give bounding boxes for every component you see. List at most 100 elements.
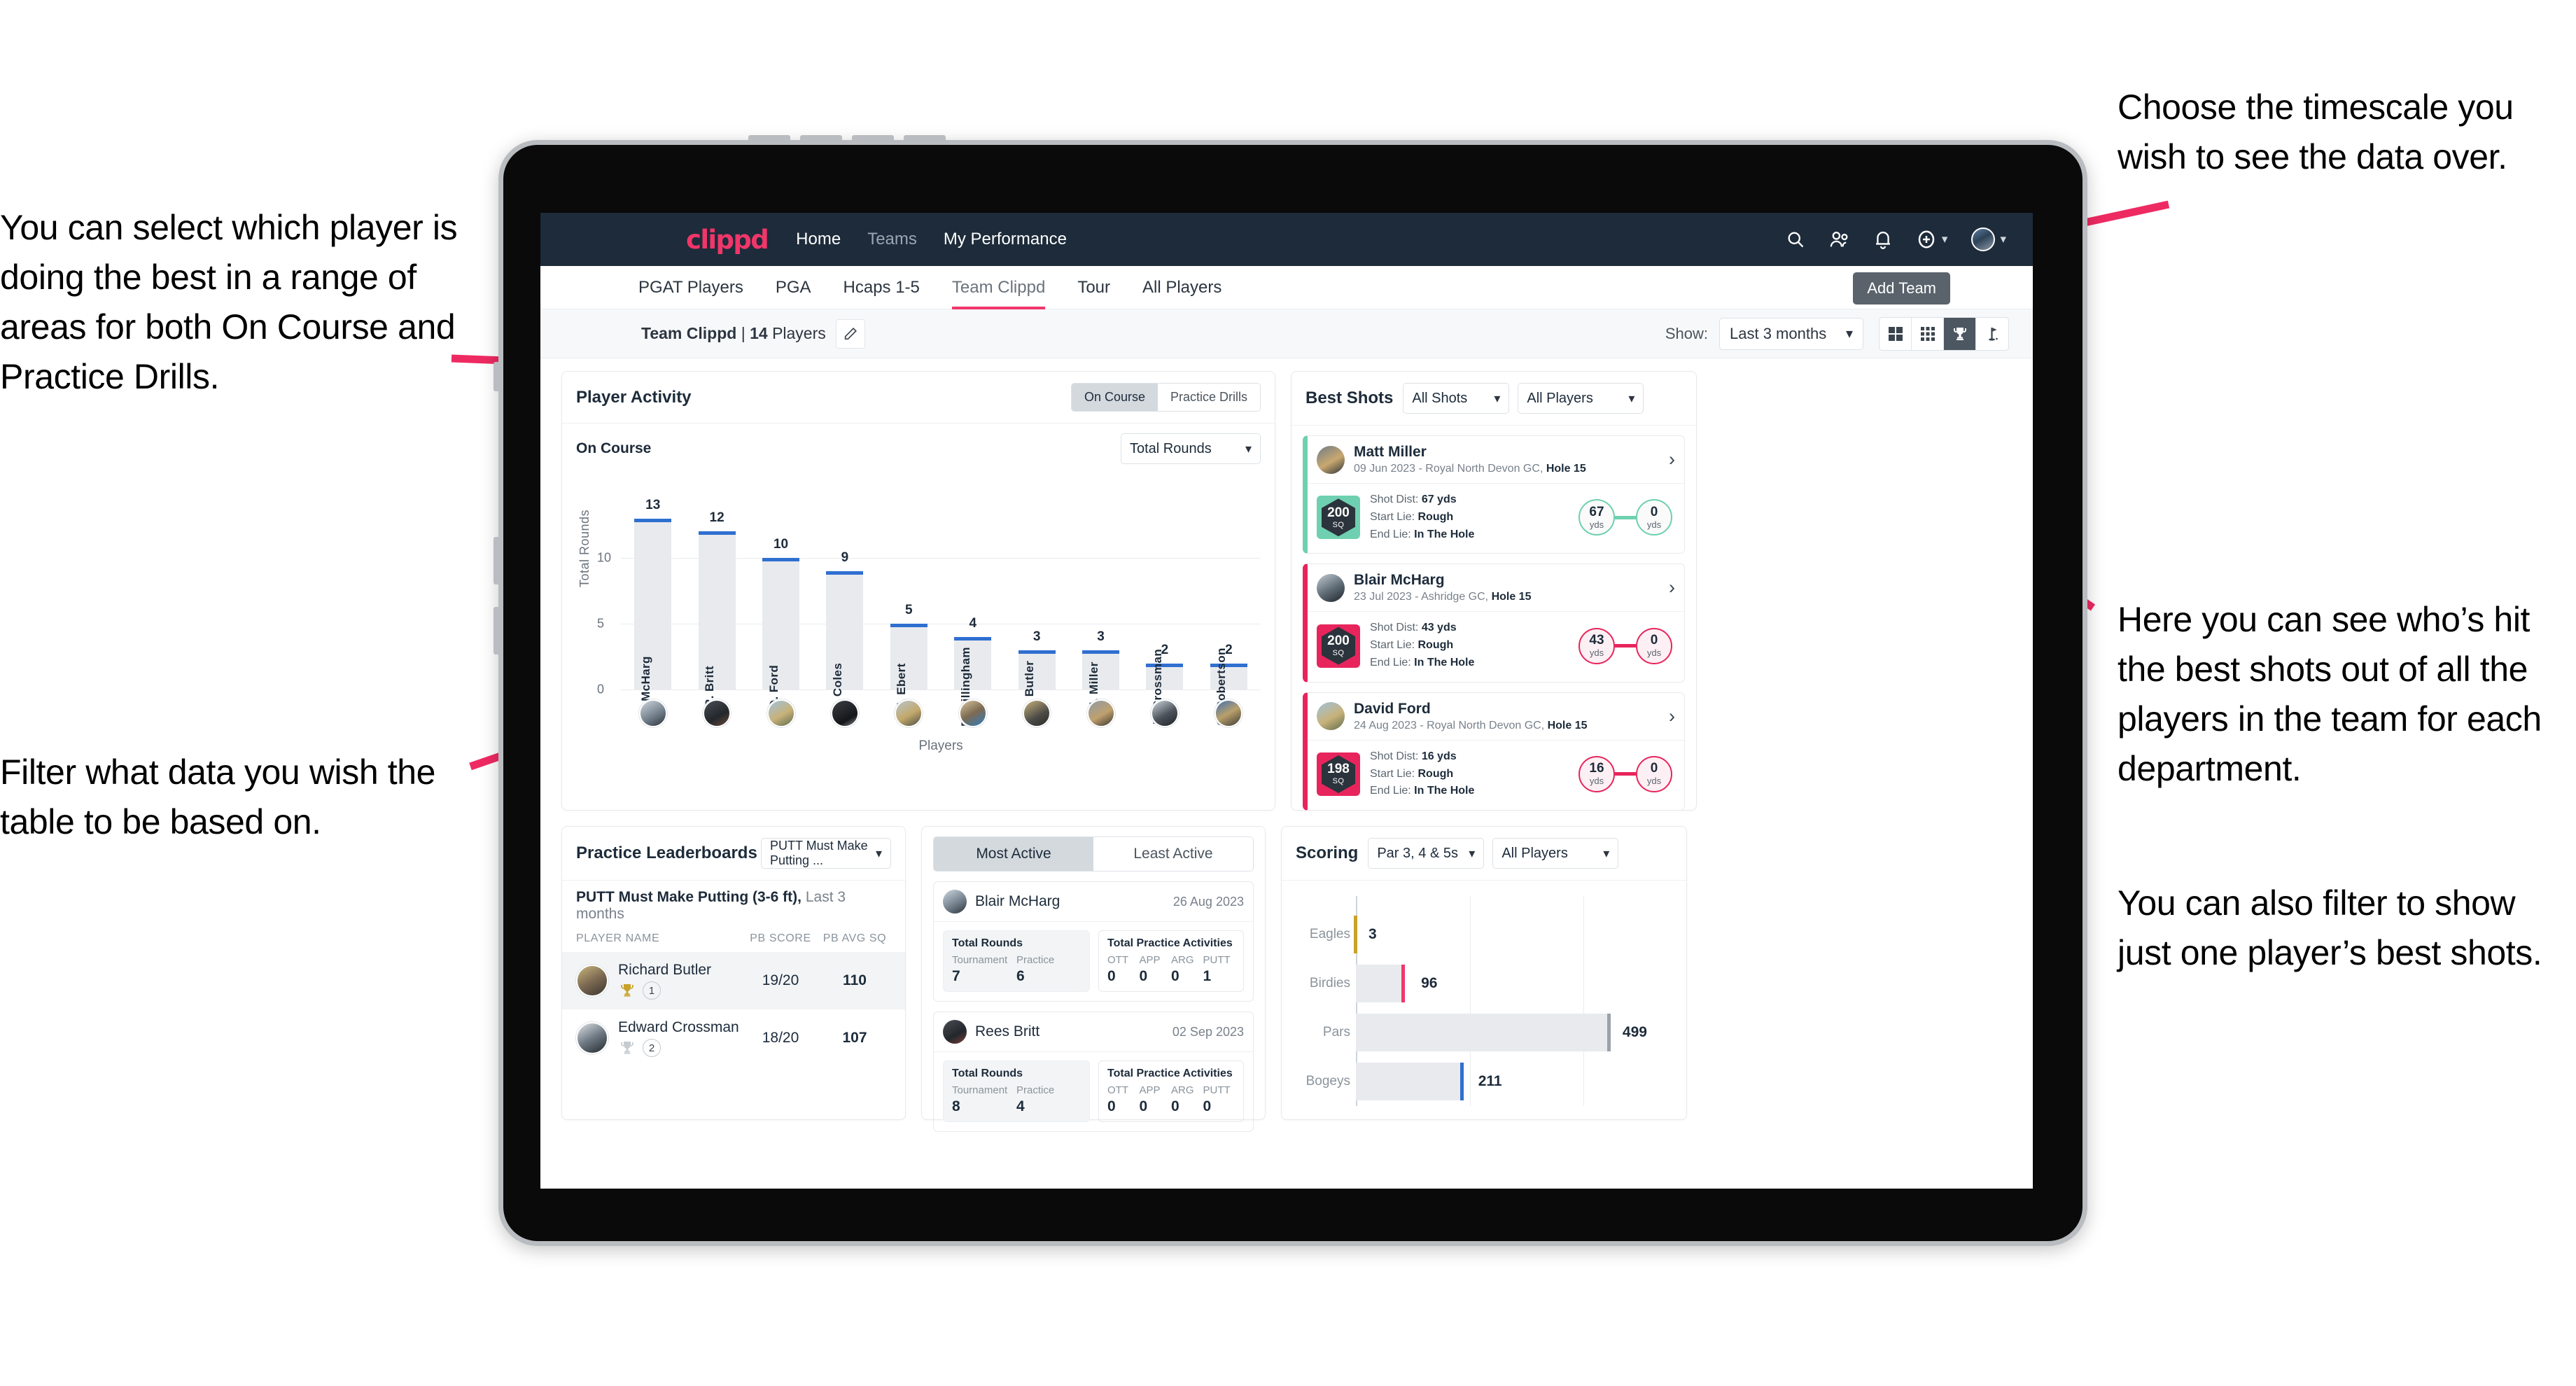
bar-e-crossman[interactable]: 2 E. Crossman [1133, 492, 1196, 724]
tab-most-active[interactable]: Most Active [934, 837, 1093, 871]
scoring-bar-eagles[interactable]: Eagles 3 [1310, 916, 1672, 953]
scoring-bar-pars[interactable]: Pars 499 [1323, 1014, 1672, 1051]
people-icon[interactable] [1829, 230, 1850, 249]
scoring-player-dropdown[interactable]: All Players ▾ [1492, 838, 1619, 869]
avatar[interactable] [958, 699, 987, 727]
scoring-label: Birdies [1309, 976, 1350, 990]
tab-all-players[interactable]: All Players [1142, 266, 1222, 309]
bell-icon[interactable] [1874, 230, 1892, 249]
column-pb-score: PB SCORE [750, 932, 811, 944]
view-grid-large-icon[interactable] [1879, 317, 1912, 350]
annotation-right-bottom: You can also filter to show just one pla… [2118, 883, 2542, 972]
clippd-logo[interactable]: clippd [686, 225, 769, 255]
edit-team-button[interactable] [835, 318, 865, 349]
tab-least-active[interactable]: Least Active [1093, 837, 1253, 871]
avatar[interactable] [638, 699, 667, 727]
leaderboard-row[interactable]: Richard Butler 1 19/20 110 [562, 952, 905, 1009]
activity-item[interactable]: Blair McHarg 26 Aug 2023 Total Rounds To… [933, 881, 1254, 1002]
rounds-key-practice: Practice [1016, 1084, 1055, 1096]
chevron-down-icon: ▾ [875, 846, 882, 860]
practice-key-app: APP [1139, 954, 1161, 966]
tab-pga[interactable]: PGA [776, 266, 811, 309]
tab-tour[interactable]: Tour [1077, 266, 1110, 309]
course-drills-segmented-control: On Course Practice Drills [1070, 383, 1261, 412]
bar-j-coles[interactable]: 9 J. Coles [813, 492, 876, 710]
chevron-right-icon[interactable]: › [1662, 449, 1675, 470]
tab-team-clippd[interactable]: Team Clippd [951, 266, 1046, 309]
player-activity-chart: Total Rounds 0 5 10 13 B. McHarg 12 R. Bri… [562, 468, 1275, 797]
view-grid-small-icon[interactable] [1912, 317, 1944, 350]
scoring-bar-birdies[interactable]: Birdies 96 [1310, 965, 1672, 1002]
chevron-down-icon: ▾ [1245, 441, 1252, 456]
view-trophy-icon[interactable] [1944, 317, 1976, 350]
bar-b-mcharg[interactable]: 13 B. McHarg [621, 492, 685, 718]
tab-hcaps-1-5[interactable]: Hcaps 1-5 [844, 266, 920, 309]
best-shots-header: Best Shots All Shots ▾ All Players ▾ [1292, 372, 1696, 426]
view-flag-icon[interactable] [1976, 318, 2008, 350]
drill-dropdown[interactable]: PUTT Must Make Putting ... ▾ [761, 838, 891, 869]
nav-link-home[interactable]: Home [796, 230, 841, 249]
best-shot-item[interactable]: David Ford 24 Aug 2023 - Royal North Dev… [1303, 692, 1685, 811]
avatar[interactable] [1023, 699, 1051, 727]
practice-key-putt: PUTT [1203, 1084, 1231, 1096]
nav-link-my-performance[interactable]: My Performance [944, 230, 1067, 249]
distance-from-bubble: 16 yds [1578, 755, 1615, 792]
bar-value: 4 [969, 615, 977, 631]
shot-details: Shot Dist: 67 yds Start Lie: Rough End L… [1370, 491, 1474, 543]
bar-r-butler[interactable]: 3 R. Butler [1004, 492, 1068, 713]
shot-distance-visual: 43 yds 0 yds [1578, 627, 1675, 664]
metric-dropdown[interactable]: Total Rounds ▾ [1121, 433, 1261, 464]
end-lie-value: In The Hole [1414, 785, 1475, 797]
best-shot-item[interactable]: Blair McHarg 23 Jul 2023 - Ashridge GC, … [1303, 564, 1685, 682]
rounds-key-practice: Practice [1016, 954, 1055, 966]
chevron-right-icon[interactable]: › [1662, 706, 1675, 727]
avatar[interactable] [703, 699, 732, 727]
chevron-right-icon[interactable]: › [1662, 577, 1675, 598]
bar-r-britt[interactable]: 12 R. Britt [685, 492, 748, 708]
best-shots-player-filter[interactable]: All Players ▾ [1518, 383, 1644, 414]
bar-d-billingham[interactable]: 4 D. Billingham [941, 492, 1004, 727]
avatar[interactable] [895, 699, 923, 727]
scoring-plot-area: Eagles 3 Birdies 96 Pars 499 Bogeys 211 [1306, 896, 1672, 1106]
practice-value-putt: 1 [1203, 968, 1212, 984]
best-shot-item[interactable]: Matt Miller 09 Jun 2023 - Royal North De… [1303, 435, 1685, 554]
best-shot-meta: 24 Aug 2023 - Royal North Devon GC, Hole… [1354, 720, 1662, 732]
activity-item[interactable]: Rees Britt 02 Sep 2023 Total Rounds Tour… [933, 1011, 1254, 1132]
bar-e-ebert[interactable]: 5 E. Ebert [877, 492, 941, 710]
timescale-dropdown[interactable]: Last 3 months ▾ [1719, 317, 1863, 350]
avatar[interactable] [1086, 699, 1115, 727]
distance-to-value: 0 [1650, 761, 1658, 776]
avatar[interactable] [830, 699, 859, 727]
segment-practice-drills[interactable]: Practice Drills [1157, 384, 1260, 411]
avatar[interactable] [1214, 699, 1243, 727]
chevron-down-icon: ▾ [1469, 846, 1476, 860]
segment-on-course[interactable]: On Course [1071, 384, 1158, 411]
chevron-down-icon: ▾ [1845, 326, 1853, 342]
leaderboard-player-name: Richard Butler [618, 962, 712, 978]
player-activity-header: Player Activity On Course Practice Drill… [562, 372, 1275, 424]
view-toggle-group [1879, 316, 2009, 351]
metric-value: Total Rounds [1130, 440, 1212, 456]
section-tabs: PGAT Players PGA Hcaps 1-5 Team Clippd T… [540, 266, 2033, 309]
search-icon[interactable] [1786, 230, 1805, 249]
leaderboard-row[interactable]: Edward Crossman 2 18/20 107 [562, 1009, 905, 1067]
team-count: 14 [750, 324, 768, 342]
activity-item-header: Blair McHarg 26 Aug 2023 [934, 882, 1253, 921]
team-label: Team Clippd | 14 Players [641, 324, 826, 342]
tab-pgat-players[interactable]: PGAT Players [638, 266, 743, 309]
scoring-bar-bogeys[interactable]: Bogeys 211 [1306, 1063, 1672, 1100]
best-shots-shot-filter[interactable]: All Shots ▾ [1403, 383, 1510, 414]
nav-link-teams[interactable]: Teams [867, 230, 917, 249]
scoring-par-dropdown[interactable]: Par 3, 4 & 5s ▾ [1368, 838, 1485, 869]
rounds-value-practice: 6 [1016, 968, 1025, 984]
bar-d-ford[interactable]: 10 D. Ford [749, 492, 813, 708]
avatar[interactable] [766, 699, 795, 727]
bar-m-miller[interactable]: 3 M. Miller [1069, 492, 1133, 712]
plus-circle-icon[interactable]: ▾ [1916, 229, 1947, 250]
avatar[interactable] [1150, 699, 1179, 727]
bar-c-robertson[interactable]: 2 C. Robertson [1197, 492, 1261, 726]
avatar[interactable]: ▾ [1971, 227, 2006, 251]
best-shot-player-name: David Ford [1354, 700, 1431, 717]
rank-badge: 1 [643, 981, 661, 1000]
team-count-suffix: Players [772, 324, 826, 342]
